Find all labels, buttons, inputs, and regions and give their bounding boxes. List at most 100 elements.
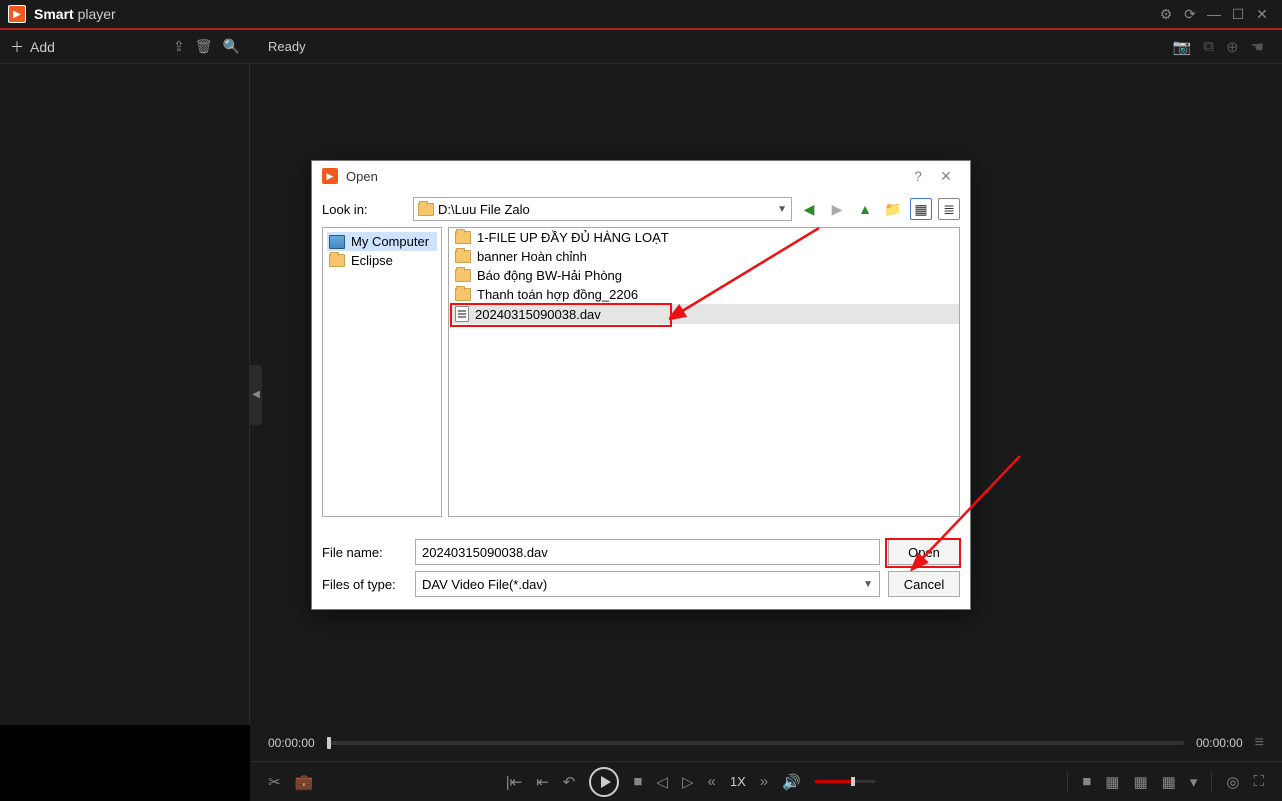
view-icons-icon[interactable]: ▦ xyxy=(910,198,932,220)
dialog-logo-icon: ▶ xyxy=(322,168,338,184)
sidebar-collapse-handle[interactable]: ◀ xyxy=(250,365,262,425)
filename-label: File name: xyxy=(322,545,407,560)
tree-my-computer-label: My Computer xyxy=(351,234,429,249)
file-row[interactable]: 1-FILE UP ĐẦY ĐỦ HÀNG LOẠT xyxy=(449,228,959,247)
file-name: Thanh toán hợp đồng_2206 xyxy=(477,287,638,302)
dialog-toolbar: Look in: D:\Luu File Zalo ▼ ◀ ▶ ▲ 📁 ▦ ≣ xyxy=(312,191,970,227)
dialog-help-button[interactable]: ? xyxy=(904,168,932,184)
fast-icon[interactable]: » xyxy=(760,773,768,790)
slow-icon[interactable]: « xyxy=(708,773,716,790)
filetype-select[interactable]: DAV Video File(*.dav) ▼ xyxy=(415,571,880,597)
search-icon[interactable]: 🔍 xyxy=(223,38,240,55)
layout-9-icon[interactable]: ▦ xyxy=(1133,773,1147,791)
prev-frame-icon[interactable]: ⇤ xyxy=(536,773,549,791)
folder-icon xyxy=(329,254,345,267)
volume-slider[interactable] xyxy=(815,780,875,783)
briefcase-icon[interactable]: 💼 xyxy=(295,773,314,791)
tree-my-computer[interactable]: My Computer xyxy=(327,232,437,251)
export-icon[interactable]: ⇪ xyxy=(173,38,185,55)
divider xyxy=(1067,772,1068,792)
dropdown-arrow-icon: ▼ xyxy=(777,204,787,215)
dialog-tree: My Computer Eclipse xyxy=(322,227,442,517)
maximize-button[interactable]: ☐ xyxy=(1226,2,1250,26)
file-row[interactable]: Thanh toán hợp đồng_2206 xyxy=(449,285,959,304)
add-button[interactable]: ＋ Add xyxy=(10,37,55,57)
skip-start-icon[interactable]: |⇤ xyxy=(506,773,522,791)
layout-4-icon[interactable]: ▦ xyxy=(1105,773,1119,791)
divider xyxy=(1211,772,1212,792)
dialog-title: Open xyxy=(346,169,378,184)
file-row[interactable]: Báo động BW-Hải Phòng xyxy=(449,266,959,285)
dialog-close-button[interactable]: ✕ xyxy=(932,168,960,185)
plus-icon: ＋ xyxy=(10,37,24,57)
layout-1-icon[interactable]: ■ xyxy=(1082,773,1091,790)
step-forward-icon[interactable]: ▷ xyxy=(682,773,694,791)
add-label: Add xyxy=(30,39,55,55)
time-current: 00:00:00 xyxy=(268,736,315,750)
delete-icon[interactable]: 🗑 xyxy=(195,38,213,55)
record-icon[interactable]: ⧉ xyxy=(1203,38,1214,55)
timeline-track[interactable] xyxy=(327,741,1184,745)
undo-icon[interactable]: ↶ xyxy=(563,773,576,791)
volume-icon[interactable]: 🔊 xyxy=(782,773,801,791)
dialog-body: My Computer Eclipse 1-FILE UP ĐẦY ĐỦ HÀN… xyxy=(312,227,970,527)
tool-left: ＋ Add ⇪ 🗑 🔍 xyxy=(0,37,250,57)
dialog-file-list: 1-FILE UP ĐẦY ĐỦ HÀNG LOẠT banner Hoàn c… xyxy=(448,227,960,517)
step-back-icon[interactable]: ◁ xyxy=(656,773,668,791)
file-name: banner Hoàn chỉnh xyxy=(477,249,587,264)
fullscreen-icon[interactable]: ⛶ xyxy=(1253,773,1264,790)
dropdown-arrow-icon: ▼ xyxy=(863,579,873,590)
view-list-icon[interactable]: ≣ xyxy=(938,198,960,220)
filetype-value: DAV Video File(*.dav) xyxy=(422,577,547,592)
refresh-icon[interactable]: ⟳ xyxy=(1178,2,1202,26)
minimize-button[interactable]: — xyxy=(1202,2,1226,26)
filename-input[interactable] xyxy=(415,539,880,565)
zoom-icon[interactable]: ⊕ xyxy=(1226,38,1239,56)
tree-eclipse[interactable]: Eclipse xyxy=(327,251,437,270)
clip-icon[interactable]: ✂ xyxy=(268,773,281,791)
monitor-icon xyxy=(329,235,345,249)
new-folder-icon[interactable]: 📁 xyxy=(882,198,904,220)
back-icon[interactable]: ◀ xyxy=(798,198,820,220)
dialog-bottom: File name: Open Files of type: DAV Video… xyxy=(312,527,970,609)
dialog-title-bar: ▶ Open ? ✕ xyxy=(312,161,970,191)
tool-row: ＋ Add ⇪ 🗑 🔍 Ready 📷 ⧉ ⊕ ☚ xyxy=(0,30,1282,64)
folder-icon xyxy=(455,231,471,244)
layout-dropdown-icon[interactable]: ▾ xyxy=(1190,773,1198,791)
time-total: 00:00:00 xyxy=(1196,736,1243,750)
fisheye-icon[interactable]: ◎ xyxy=(1226,773,1239,791)
look-in-label: Look in: xyxy=(322,202,407,217)
folder-icon xyxy=(455,269,471,282)
tree-eclipse-label: Eclipse xyxy=(351,253,393,268)
title-bar: ▶ Smart player ⚙ ⟳ — ☐ ✕ xyxy=(0,0,1282,30)
filename-row: File name: Open xyxy=(322,539,960,565)
file-icon xyxy=(455,306,469,322)
sidebar xyxy=(0,64,250,725)
filetype-row: Files of type: DAV Video File(*.dav) ▼ C… xyxy=(322,571,960,597)
app-title: Smart player xyxy=(34,6,116,22)
up-icon[interactable]: ▲ xyxy=(854,198,876,220)
speed-label: 1X xyxy=(730,774,746,789)
settings-icon[interactable]: ⚙ xyxy=(1154,2,1178,26)
forward-icon[interactable]: ▶ xyxy=(826,198,848,220)
file-row[interactable]: banner Hoàn chỉnh xyxy=(449,247,959,266)
layout-16-icon[interactable]: ▦ xyxy=(1162,773,1176,791)
open-button[interactable]: Open xyxy=(888,539,960,565)
close-button[interactable]: ✕ xyxy=(1250,2,1274,26)
open-dialog: ▶ Open ? ✕ Look in: D:\Luu File Zalo ▼ ◀… xyxy=(311,160,971,610)
play-button[interactable] xyxy=(589,767,619,797)
file-row-selected[interactable]: 20240315090038.dav xyxy=(449,304,959,324)
cancel-button[interactable]: Cancel xyxy=(888,571,960,597)
app-logo-icon: ▶ xyxy=(8,5,26,23)
file-name: 20240315090038.dav xyxy=(475,307,601,322)
folder-icon xyxy=(418,203,434,216)
file-name: 1-FILE UP ĐẦY ĐỦ HÀNG LOẠT xyxy=(477,230,669,245)
timeline-menu-icon[interactable]: ≡ xyxy=(1255,734,1264,752)
look-in-dropdown[interactable]: D:\Luu File Zalo ▼ xyxy=(413,197,792,221)
stop-button[interactable]: ■ xyxy=(633,773,642,790)
play-triangle-icon xyxy=(601,776,611,788)
file-name: Báo động BW-Hải Phòng xyxy=(477,268,622,283)
hand-icon[interactable]: ☚ xyxy=(1251,38,1264,56)
camera-icon[interactable]: 📷 xyxy=(1173,38,1192,56)
filetype-label: Files of type: xyxy=(322,577,407,592)
